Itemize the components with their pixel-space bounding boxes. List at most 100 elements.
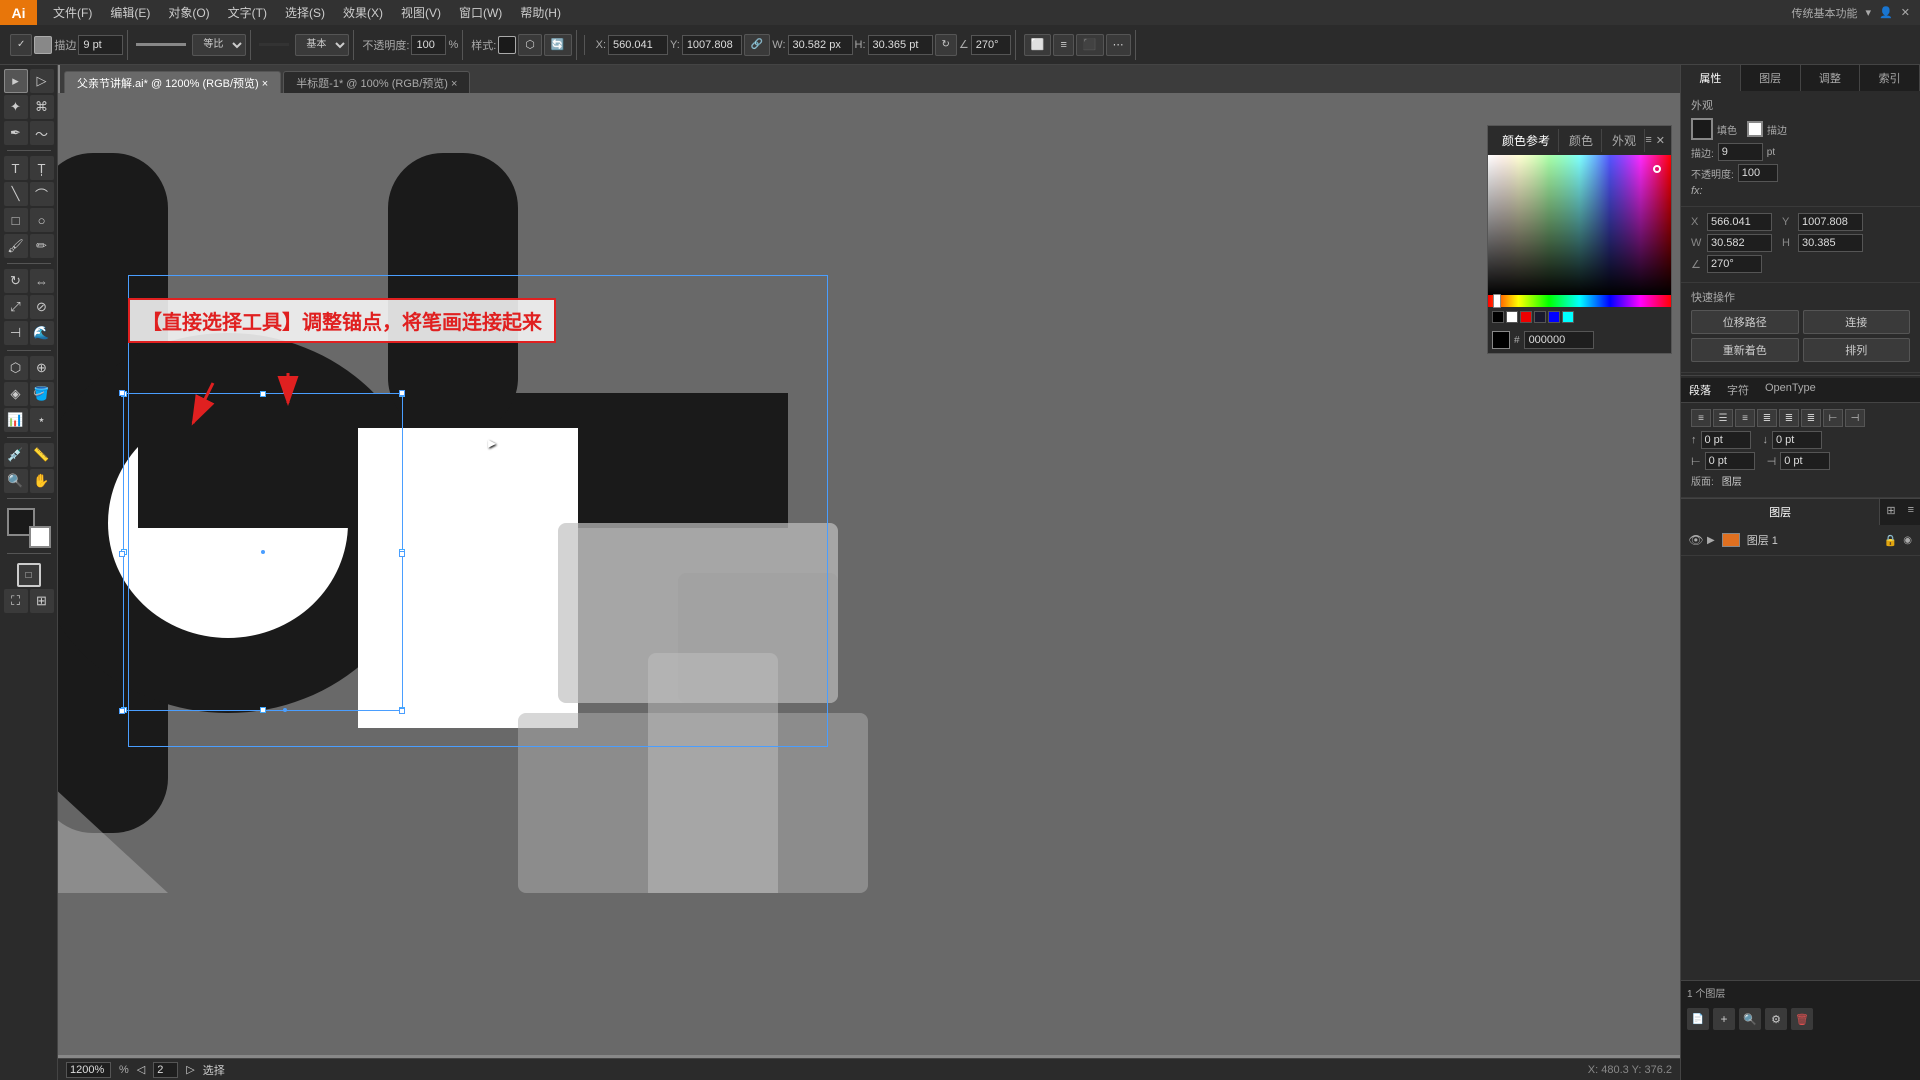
nav-left-btn[interactable]: ◁ (137, 1063, 145, 1076)
h-input[interactable] (868, 35, 933, 55)
pen-tool[interactable]: ✒ (4, 121, 28, 145)
puppet-warp-tool[interactable]: ⊕ (30, 356, 54, 380)
vertical-type-tool[interactable]: T̩ (30, 156, 54, 180)
warp-tool[interactable]: 🌊 (30, 321, 54, 345)
anchor-point-1[interactable] (119, 390, 125, 396)
link-wh-btn[interactable]: 🔗 (744, 34, 770, 56)
recolor-panel-btn[interactable]: 重新着色 (1691, 338, 1799, 362)
align-btn[interactable]: ≡ (1053, 34, 1073, 56)
tab-paragraph[interactable]: 段落 (1681, 378, 1719, 402)
swatch-dark[interactable] (1534, 311, 1546, 323)
direct-selection-tool[interactable]: ▷ (30, 69, 54, 93)
y-input[interactable] (682, 35, 742, 55)
chart-tool[interactable]: 📊 (4, 408, 28, 432)
x-input[interactable] (608, 35, 668, 55)
arrange-btn[interactable]: 排列 (1803, 338, 1911, 362)
tab-adjust[interactable]: 调整 (1801, 65, 1861, 91)
color-tab[interactable]: 颜色 (1561, 129, 1602, 152)
stroke-swatch[interactable] (1747, 121, 1763, 137)
swatch-cyan[interactable] (1562, 311, 1574, 323)
screen-mode-btn[interactable]: ⛶ (4, 589, 28, 613)
close-icon[interactable]: ✕ (1901, 6, 1910, 19)
angle-coord-input[interactable] (1707, 255, 1762, 273)
right-indent-input[interactable] (1780, 452, 1830, 470)
x-coord-input[interactable] (1707, 213, 1772, 231)
make-sublayer-btn[interactable]: 📄 (1687, 1008, 1709, 1030)
layer-options-btn[interactable]: ⚙ (1765, 1008, 1787, 1030)
type-tool[interactable]: T (4, 156, 28, 180)
scale-tool[interactable]: ⤢ (4, 295, 28, 319)
stroke-style-select[interactable]: 等比 (192, 34, 246, 56)
layer-expand-arrow[interactable]: ▶ (1707, 535, 1715, 546)
anchor-point-4[interactable] (119, 551, 125, 557)
opacity-panel-input[interactable] (1738, 164, 1778, 182)
tab-properties[interactable]: 属性 (1681, 65, 1741, 91)
page-input[interactable] (153, 1062, 178, 1078)
justify-all-btn[interactable]: ≣ (1779, 409, 1799, 427)
left-indent-input[interactable] (1705, 452, 1755, 470)
stroke-size-input[interactable] (78, 35, 123, 55)
hue-handle[interactable] (1493, 294, 1501, 308)
stroke-width-input[interactable] (1718, 143, 1763, 161)
tab-2[interactable]: 半标题-1* @ 100% (RGB/预览) × (283, 71, 470, 93)
width-tool[interactable]: ⊣ (4, 321, 28, 345)
shear-tool[interactable]: ⊘ (30, 295, 54, 319)
swatch-blue[interactable] (1548, 311, 1560, 323)
transform-btn[interactable]: ⬜ (1024, 34, 1052, 56)
free-transform-tool[interactable]: ⬡ (4, 356, 28, 380)
tab-character[interactable]: 字符 (1719, 378, 1757, 402)
menu-help[interactable]: 帮助(H) (512, 2, 569, 23)
stroke-color-btn[interactable] (34, 36, 52, 54)
style-option-btn[interactable]: ⬡ (518, 34, 542, 56)
lasso-tool[interactable]: ⌘ (30, 95, 54, 119)
canvas-area[interactable]: 【直接选择工具】调整锚点，将笔画连接起来 ▸ (58, 93, 1680, 1055)
zoom-tool[interactable]: 🔍 (4, 469, 28, 493)
arc-tool[interactable]: ⌒ (30, 182, 54, 206)
ellipse-tool[interactable]: ○ (30, 208, 54, 232)
w-coord-input[interactable] (1707, 234, 1772, 252)
pathfinder-btn[interactable]: ⬛ (1076, 34, 1104, 56)
search-layer-btn[interactable]: 🔍 (1739, 1008, 1761, 1030)
before-para-input[interactable] (1701, 431, 1751, 449)
offset-path-btn[interactable]: 位移路径 (1691, 310, 1799, 334)
style-swatch[interactable] (498, 36, 516, 54)
color-gradient-area[interactable] (1488, 155, 1671, 295)
reflect-tool[interactable]: ⇔ (30, 269, 54, 293)
eyedropper-tool[interactable]: 💉 (4, 443, 28, 467)
align-right-btn[interactable]: ≡ (1735, 409, 1755, 427)
fill-select[interactable]: 基本 (295, 34, 349, 56)
menu-effect[interactable]: 效果(X) (335, 2, 391, 23)
hex-input[interactable] (1524, 331, 1594, 349)
indent-btn[interactable]: ⊢ (1823, 409, 1843, 427)
hue-slider[interactable] (1488, 295, 1671, 307)
recolor-btn[interactable]: 🔄 (544, 34, 572, 56)
anchor-point-6[interactable] (119, 708, 125, 714)
nav-right-btn[interactable]: ▷ (186, 1063, 194, 1076)
layer-lock-icon[interactable]: 🔒 (1884, 534, 1898, 547)
appearance-tab[interactable]: 外观 (1604, 129, 1645, 152)
menu-file[interactable]: 文件(F) (45, 2, 100, 23)
swatch-white[interactable] (1506, 311, 1518, 323)
tab-libraries[interactable]: 索引 (1860, 65, 1920, 91)
layer-visibility-icon[interactable]: 👁 (1689, 533, 1703, 547)
rotate-tool[interactable]: ↻ (4, 269, 28, 293)
justify-force-btn[interactable]: ≣ (1801, 409, 1821, 427)
tab-layers[interactable]: 图层 (1741, 65, 1801, 91)
menu-select[interactable]: 选择(S) (277, 2, 333, 23)
angle-btn[interactable]: ↻ (935, 34, 957, 56)
live-paint-tool[interactable]: 🪣 (30, 382, 54, 406)
color-panel-close[interactable]: ✕ (1656, 134, 1665, 147)
hand-tool[interactable]: ✋ (30, 469, 54, 493)
opacity-input[interactable] (411, 35, 446, 55)
connect-btn[interactable]: 连接 (1803, 310, 1911, 334)
menu-edit[interactable]: 编辑(E) (102, 2, 158, 23)
justify-btn[interactable]: ≣ (1757, 409, 1777, 427)
user-icon[interactable]: 👤 (1879, 6, 1893, 19)
zoom-input[interactable] (66, 1062, 111, 1078)
extra-btn[interactable]: ⋯ (1106, 34, 1131, 56)
align-center-btn[interactable]: ☰ (1713, 409, 1733, 427)
layers-expand-icon[interactable]: ⊞ (1880, 499, 1901, 525)
menu-window[interactable]: 窗口(W) (451, 2, 510, 23)
y-coord-input[interactable] (1798, 213, 1863, 231)
angle-input[interactable] (971, 35, 1011, 55)
